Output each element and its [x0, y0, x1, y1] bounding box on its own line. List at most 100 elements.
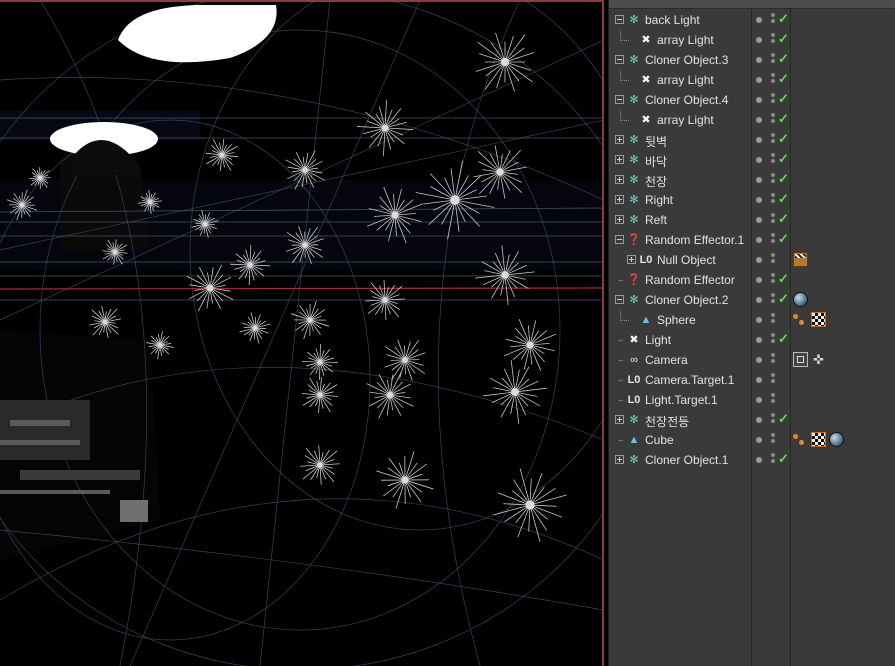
object-name[interactable]: array Light [657, 73, 714, 87]
expand-toggle[interactable] [615, 415, 624, 424]
object-row[interactable]: ❓ Random Effector.1 ✓ [609, 230, 895, 250]
target-tag-icon[interactable]: ✜ [811, 352, 826, 367]
enabled-check-icon[interactable]: ✓ [778, 411, 789, 427]
layer-dot[interactable] [756, 177, 762, 183]
object-row[interactable]: ✻ Cloner Object.4 ✓ [609, 90, 895, 110]
object-row[interactable]: ✻ Right ✓ [609, 190, 895, 210]
checker-material-tag-icon[interactable] [811, 312, 826, 327]
visibility-toggle[interactable] [771, 53, 775, 67]
expand-toggle[interactable] [615, 455, 624, 464]
object-name[interactable]: Null Object [657, 253, 716, 267]
layer-dot[interactable] [756, 377, 762, 383]
object-row[interactable]: ✻ Cloner Object.1 ✓ [609, 450, 895, 470]
visibility-toggle[interactable] [771, 113, 775, 127]
object-row[interactable]: ✻ 천장전등 ✓ [609, 410, 895, 430]
object-row[interactable]: ✖ array Light ✓ [609, 70, 895, 90]
object-name[interactable]: Cube [645, 433, 674, 447]
object-name[interactable]: Reft [645, 213, 667, 227]
layer-dot[interactable] [756, 197, 762, 203]
expand-toggle[interactable] [615, 55, 624, 64]
layer-dot[interactable] [756, 277, 762, 283]
layer-dot[interactable] [756, 337, 762, 343]
expand-toggle[interactable] [615, 155, 624, 164]
enabled-check-icon[interactable]: ✓ [778, 231, 789, 247]
expand-toggle[interactable] [615, 95, 624, 104]
layer-dot[interactable] [756, 437, 762, 443]
layer-dot[interactable] [756, 417, 762, 423]
object-name[interactable]: array Light [657, 113, 714, 127]
layer-dot[interactable] [756, 297, 762, 303]
visibility-toggle[interactable] [771, 73, 775, 87]
object-name[interactable]: 바닥 [645, 153, 667, 170]
object-row[interactable]: ✖ array Light ✓ [609, 110, 895, 130]
object-name[interactable]: Random Effector.1 [645, 233, 744, 247]
object-name[interactable]: Sphere [657, 313, 696, 327]
visibility-toggle[interactable] [771, 293, 775, 307]
expand-toggle[interactable] [615, 135, 624, 144]
object-row[interactable]: ∞ Camera ✜ [609, 350, 895, 370]
expand-toggle[interactable] [615, 295, 624, 304]
visibility-toggle[interactable] [771, 413, 775, 427]
sphere-material-tag-icon[interactable] [829, 432, 844, 447]
expand-toggle[interactable] [615, 175, 624, 184]
visibility-toggle[interactable] [771, 233, 775, 247]
visibility-toggle[interactable] [771, 453, 775, 467]
enabled-check-icon[interactable]: ✓ [778, 71, 789, 87]
object-row[interactable]: ✻ Reft ✓ [609, 210, 895, 230]
layer-dot[interactable] [756, 77, 762, 83]
layer-dot[interactable] [756, 357, 762, 363]
expand-toggle[interactable] [627, 255, 636, 264]
enabled-check-icon[interactable]: ✓ [778, 91, 789, 107]
object-name[interactable]: Cloner Object.4 [645, 93, 728, 107]
expand-toggle[interactable] [615, 195, 624, 204]
visibility-toggle[interactable] [771, 333, 775, 347]
object-row[interactable]: ✻ back Light ✓ [609, 10, 895, 30]
phong-tag-icon[interactable] [793, 314, 805, 326]
object-name[interactable]: Right [645, 193, 673, 207]
object-name[interactable]: 뒷벽 [645, 133, 667, 150]
layer-dot[interactable] [756, 157, 762, 163]
expand-toggle[interactable] [615, 15, 624, 24]
protection-tag-icon[interactable] [793, 352, 808, 367]
layer-dot[interactable] [756, 397, 762, 403]
object-row[interactable]: ❓ Random Effector ✓ [609, 270, 895, 290]
object-manager-panel[interactable]: ✻ back Light ✓ ✖ array Light ✓ ✻ Cloner Object.… [608, 0, 895, 666]
enabled-check-icon[interactable]: ✓ [778, 31, 789, 47]
layer-dot[interactable] [756, 97, 762, 103]
enabled-check-icon[interactable]: ✓ [778, 211, 789, 227]
object-row[interactable]: ✖ Light ✓ [609, 330, 895, 350]
object-row[interactable]: ✻ 천장 ✓ [609, 170, 895, 190]
layer-dot[interactable] [756, 237, 762, 243]
layer-dot[interactable] [756, 37, 762, 43]
phong-tag-icon[interactable] [793, 434, 805, 446]
enabled-check-icon[interactable]: ✓ [778, 11, 789, 27]
enabled-check-icon[interactable]: ✓ [778, 151, 789, 167]
visibility-toggle[interactable] [771, 133, 775, 147]
object-row[interactable]: ✻ 뒷벽 ✓ [609, 130, 895, 150]
layer-dot[interactable] [756, 117, 762, 123]
visibility-toggle[interactable] [771, 313, 775, 327]
viewport-3d[interactable] [0, 0, 604, 666]
object-name[interactable]: Light.Target.1 [645, 393, 718, 407]
expand-toggle[interactable] [615, 235, 624, 244]
object-name[interactable]: array Light [657, 33, 714, 47]
layer-dot[interactable] [756, 317, 762, 323]
object-row[interactable]: L0 Camera.Target.1 [609, 370, 895, 390]
visibility-toggle[interactable] [771, 273, 775, 287]
visibility-toggle[interactable] [771, 433, 775, 447]
enabled-check-icon[interactable]: ✓ [778, 291, 789, 307]
visibility-toggle[interactable] [771, 33, 775, 47]
layer-dot[interactable] [756, 137, 762, 143]
visibility-toggle[interactable] [771, 393, 775, 407]
object-name[interactable]: Random Effector [645, 273, 735, 287]
enabled-check-icon[interactable]: ✓ [778, 331, 789, 347]
enabled-check-icon[interactable]: ✓ [778, 111, 789, 127]
object-row[interactable]: ✖ array Light ✓ [609, 30, 895, 50]
object-name[interactable]: Cloner Object.2 [645, 293, 728, 307]
layer-dot[interactable] [756, 57, 762, 63]
visibility-toggle[interactable] [771, 13, 775, 27]
enabled-check-icon[interactable]: ✓ [778, 271, 789, 287]
object-name[interactable]: Camera.Target.1 [645, 373, 734, 387]
object-row[interactable]: ✻ Cloner Object.2 ✓ [609, 290, 895, 310]
visibility-toggle[interactable] [771, 253, 775, 267]
